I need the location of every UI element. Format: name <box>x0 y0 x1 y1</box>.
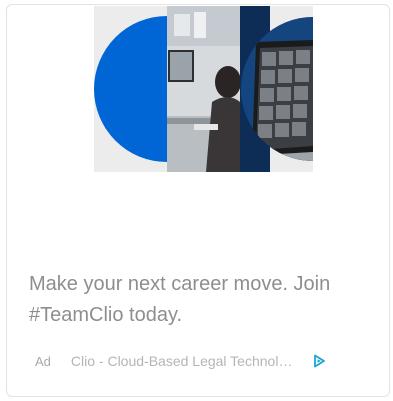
advertiser-source[interactable]: Clio - Cloud-Based Legal Technology <box>71 353 297 369</box>
ad-image[interactable] <box>94 6 313 172</box>
office-photo <box>167 6 240 172</box>
ad-meta-row: Ad Clio - Cloud-Based Legal Technology <box>35 351 327 371</box>
ad-card[interactable]: Make your next career move. Join #TeamCl… <box>6 4 390 397</box>
ad-headline[interactable]: Make your next career move. Join #TeamCl… <box>29 269 379 331</box>
adchoices-icon[interactable] <box>311 353 327 369</box>
ad-label: Ad <box>35 353 51 369</box>
